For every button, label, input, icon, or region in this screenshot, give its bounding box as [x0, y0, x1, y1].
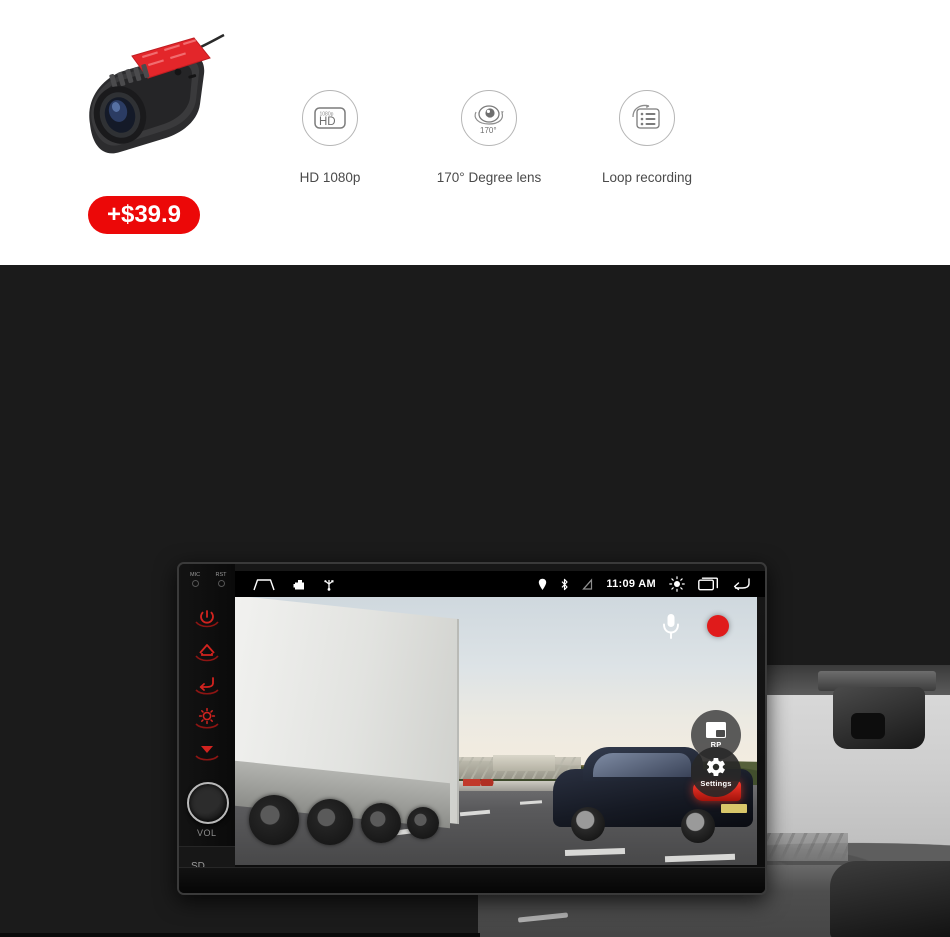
microphone-icon [663, 614, 679, 639]
bluetooth-icon [561, 578, 568, 590]
microphone-button[interactable] [661, 613, 681, 641]
home-button[interactable] [179, 635, 235, 668]
home-icon [195, 643, 219, 661]
gear-icon [706, 758, 725, 776]
mic-rst-group: MIC RST [185, 572, 231, 592]
head-unit-bottom-bezel [179, 867, 765, 893]
feature-label: HD 1080p [299, 170, 361, 185]
video-filmstrip[interactable] [0, 933, 480, 937]
settings-label: Settings [700, 779, 732, 788]
wide-angle-lens-icon: 170° [461, 90, 517, 146]
picture-in-picture-icon [706, 722, 726, 738]
reset-hole-icon[interactable] [217, 580, 225, 587]
interior-adjacent-car [830, 861, 950, 937]
camera-icon[interactable] [293, 578, 306, 591]
feature-loop-recording: Loop recording [567, 90, 727, 185]
location-icon [539, 578, 547, 590]
mic-hole-icon [191, 580, 199, 587]
product-header-panel: +$39.9 1080p HD HD 1080p 170° 170° Degre… [0, 0, 950, 265]
preview-distant-cars [463, 779, 503, 786]
feature-list: 1080p HD HD 1080p 170° 170° Degree lens … [250, 90, 810, 200]
head-unit-left-panel: MIC RST VOL [179, 564, 235, 893]
back-arrow-icon [195, 676, 219, 695]
power-icon [195, 609, 219, 627]
home-icon[interactable] [253, 578, 275, 591]
loop-recording-glyph [632, 104, 660, 129]
sedan-wheel [681, 809, 715, 843]
android-status-bar: 11:09 AM [235, 571, 765, 597]
power-button[interactable] [179, 602, 235, 635]
dashcam-illustration [89, 33, 225, 154]
back-icon[interactable] [731, 577, 751, 591]
preview-road-sign [493, 755, 555, 771]
status-bar-left-icons [253, 578, 334, 591]
sedan-rear-window [593, 753, 691, 777]
sedan-license-plate [721, 804, 747, 813]
volume-knob[interactable] [187, 782, 229, 824]
truck-wheel [407, 807, 439, 839]
page-root: +$39.9 1080p HD HD 1080p 170° 170° Degre… [0, 0, 950, 937]
mic-label-group: MIC [185, 572, 205, 587]
brightness-icon [195, 707, 219, 729]
settings-button[interactable]: Settings [691, 747, 741, 797]
hd-1080p-glyph: 1080p HD [314, 107, 346, 129]
hd-1080p-icon: 1080p HD [302, 90, 358, 146]
truck-wheel [249, 795, 299, 845]
svg-text:170°: 170° [480, 126, 497, 135]
feature-label: Loop recording [601, 170, 693, 185]
brightness-button[interactable] [179, 701, 235, 734]
film-perforations-top [0, 933, 480, 937]
volume-label: VOL [197, 828, 217, 838]
loop-recording-icon [619, 90, 675, 146]
feature-label: 170° Degree lens [436, 170, 542, 185]
price-badge: +$39.9 [88, 196, 200, 234]
status-bar-right-icons: 11:09 AM [538, 576, 751, 592]
dashcam-preview-screen[interactable]: RP Settings [235, 597, 757, 865]
rst-label: RST [215, 572, 227, 578]
eject-button[interactable] [179, 734, 235, 767]
dashcam-product-image [72, 32, 242, 177]
car-head-unit: MIC RST VOL 11:09 AM RP Settings [177, 562, 767, 895]
mic-label: MIC [189, 572, 201, 578]
rst-label-group[interactable]: RST [211, 572, 231, 587]
truck-wheel [307, 799, 353, 845]
feature-wide-angle-lens: 170° 170° Degree lens [409, 90, 569, 185]
head-unit-button-column [179, 602, 235, 767]
feature-hd-1080p: 1080p HD HD 1080p [250, 90, 410, 185]
showcase-panel: MIC RST VOL 11:09 AM RP Settings [0, 265, 950, 937]
record-button[interactable] [707, 615, 729, 637]
mounted-dashcam [833, 687, 925, 749]
truck-wheel [361, 803, 401, 843]
brightness-icon[interactable] [669, 576, 685, 592]
eject-down-icon [195, 745, 219, 761]
status-bar-clock: 11:09 AM [606, 578, 656, 590]
sedan-wheel [571, 807, 605, 841]
svg-text:HD: HD [319, 116, 336, 128]
signal-off-icon [582, 577, 593, 590]
wide-angle-glyph: 170° [474, 105, 504, 135]
recents-icon[interactable] [698, 577, 718, 591]
usb-icon[interactable] [324, 578, 334, 591]
back-button[interactable] [179, 668, 235, 701]
